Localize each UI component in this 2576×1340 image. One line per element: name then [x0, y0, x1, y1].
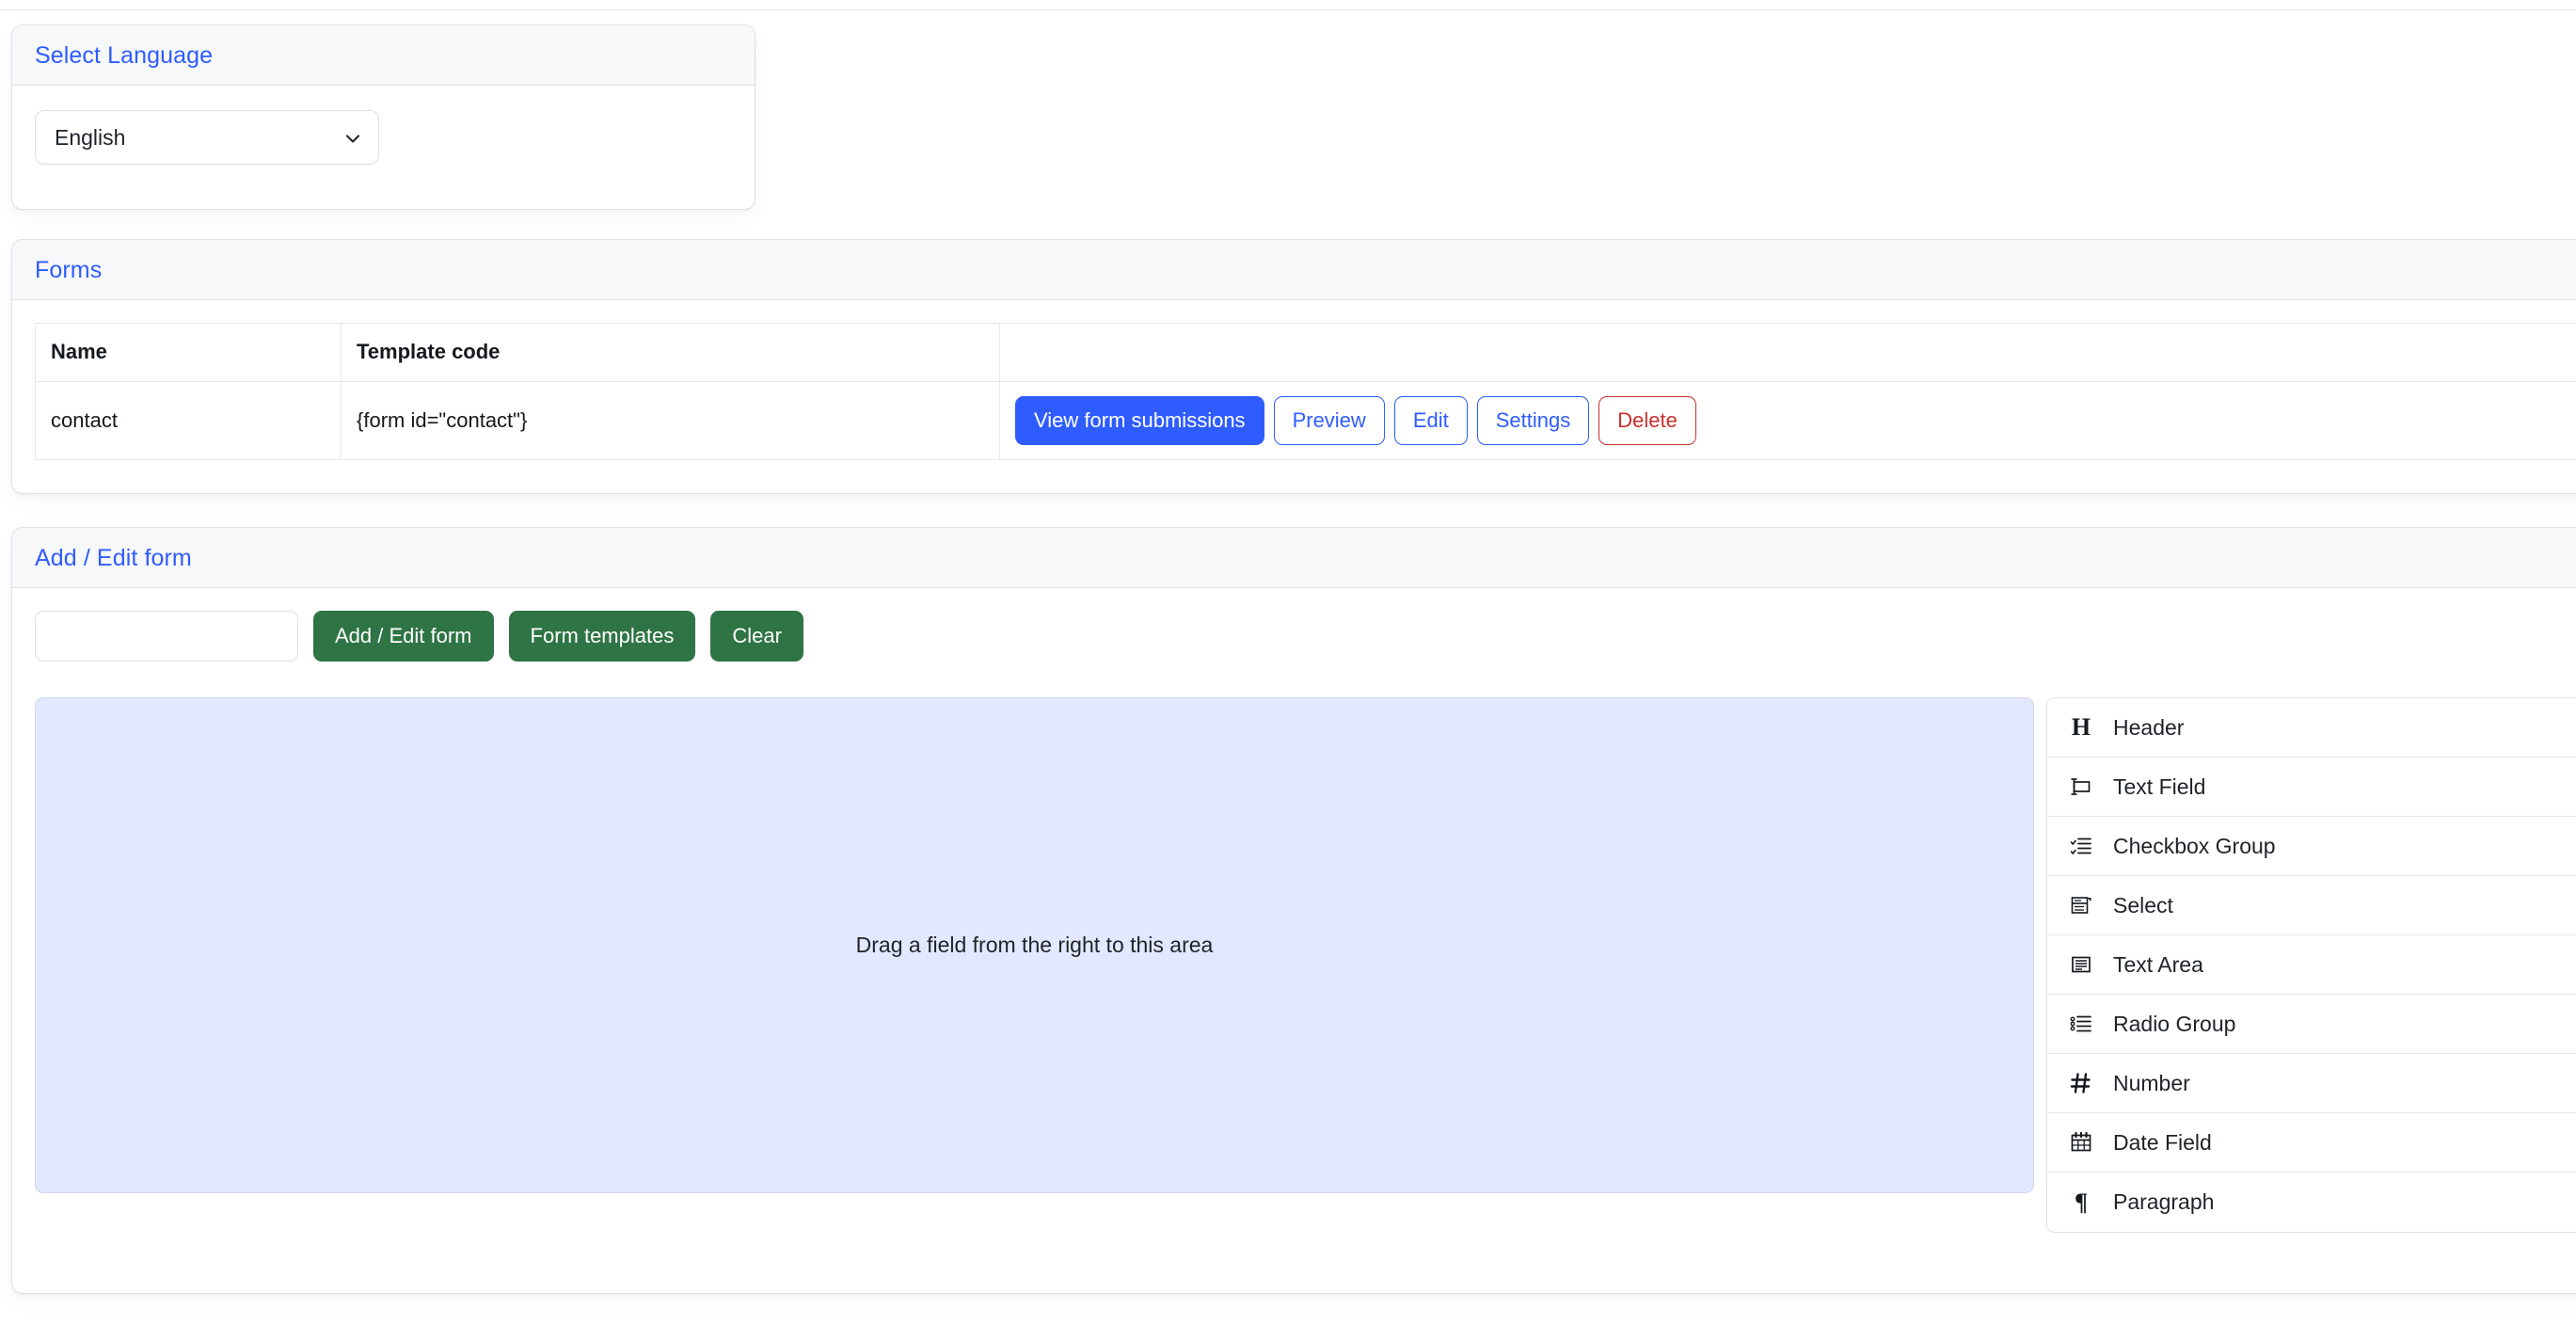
view-form-submissions-button[interactable]: View form submissions — [1015, 396, 1264, 445]
form-templates-button[interactable]: Form templates — [508, 611, 696, 662]
radio-list-icon — [2068, 1011, 2094, 1037]
text-field-icon — [2068, 774, 2094, 800]
palette-item-select[interactable]: Select — [2047, 876, 2576, 935]
form-name-input[interactable] — [35, 611, 298, 662]
forms-table-head: Name Template code — [35, 323, 2576, 382]
delete-button[interactable]: Delete — [1598, 396, 1696, 445]
checkbox-list-icon — [2068, 833, 2094, 859]
palette-item-label: Number — [2113, 1070, 2190, 1095]
edit-button[interactable]: Edit — [1393, 396, 1468, 445]
text-area-icon — [2068, 951, 2094, 978]
forms-card-header: Forms — [12, 240, 2576, 300]
palette-item-paragraph[interactable]: ¶ Paragraph — [2047, 1172, 2576, 1232]
select-language-card: Select Language English — [11, 24, 755, 210]
palette-item-label: Paragraph — [2113, 1189, 2215, 1214]
cell-template-code: {form id="contact"} — [341, 381, 1000, 460]
top-divider — [0, 9, 2576, 10]
table-header-row: Name Template code — [35, 323, 2576, 382]
column-header-actions — [999, 323, 2576, 382]
clear-button[interactable]: Clear — [710, 611, 803, 662]
palette-item-radio-group[interactable]: Radio Group — [2047, 995, 2576, 1054]
select-dropdown-icon — [2068, 892, 2094, 918]
form-toolbar: Add / Edit form Form templates Clear — [35, 611, 2576, 662]
column-header-name: Name — [35, 323, 342, 382]
drop-area-hint: Drag a field from the right to this area — [855, 933, 1214, 957]
palette-item-label: Text Field — [2113, 774, 2206, 799]
heading-icon: H — [2071, 713, 2091, 741]
forms-table-body: contact {form id="contact"} View form su… — [35, 381, 2576, 460]
palette-item-label: Checkbox Group — [2113, 833, 2276, 858]
form-builder: Drag a field from the right to this area… — [35, 697, 2576, 1233]
palette-item-label: Select — [2113, 892, 2173, 917]
palette-item-text-area[interactable]: Text Area — [2047, 935, 2576, 995]
calendar-icon — [2068, 1129, 2094, 1156]
language-select-wrapper: English — [35, 110, 379, 165]
palette-item-label: Radio Group — [2113, 1011, 2236, 1036]
add-edit-form-card-body: Add / Edit form Form templates Clear Dra… — [12, 588, 2576, 1233]
forms-title: Forms — [35, 257, 103, 283]
forms-table: Name Template code contact {form id="con… — [35, 323, 2576, 460]
forms-card: Forms Name Template code contact {form i… — [11, 239, 2576, 494]
forms-card-body: Name Template code contact {form id="con… — [12, 300, 2576, 496]
page-root: Select Language English Forms Name Templ… — [0, 0, 2576, 1340]
form-drop-area[interactable]: Drag a field from the right to this area — [35, 697, 2034, 1193]
palette-item-number[interactable]: Number — [2047, 1054, 2576, 1113]
palette-item-text-field[interactable]: Text Field — [2047, 758, 2576, 817]
cell-actions: View form submissions Preview Edit Setti… — [999, 381, 2576, 460]
add-edit-form-card-header: Add / Edit form — [12, 528, 2576, 588]
row-action-buttons: View form submissions Preview Edit Setti… — [1015, 396, 2569, 445]
palette-item-checkbox-group[interactable]: Checkbox Group — [2047, 817, 2576, 876]
field-palette: H Header Text Field Checkbox Group Selec… — [2046, 697, 2576, 1233]
add-edit-form-card: Add / Edit form Add / Edit form Form tem… — [11, 527, 2576, 1294]
pilcrow-icon: ¶ — [2074, 1188, 2089, 1216]
select-language-title: Select Language — [35, 42, 214, 69]
palette-item-date-field[interactable]: Date Field — [2047, 1113, 2576, 1172]
settings-button[interactable]: Settings — [1476, 396, 1590, 445]
select-language-card-header: Select Language — [12, 25, 755, 86]
cell-form-name: contact — [35, 381, 342, 460]
add-edit-form-button[interactable]: Add / Edit form — [313, 611, 494, 662]
select-language-card-body: English — [12, 86, 755, 193]
palette-item-header[interactable]: H Header — [2047, 698, 2576, 758]
language-select[interactable]: English — [35, 110, 379, 165]
table-row: contact {form id="contact"} View form su… — [35, 381, 2576, 460]
hash-icon — [2068, 1070, 2094, 1096]
column-header-template-code: Template code — [341, 323, 1000, 382]
add-edit-form-title: Add / Edit form — [35, 545, 192, 571]
palette-item-label: Header — [2113, 714, 2185, 740]
palette-item-label: Text Area — [2113, 951, 2203, 977]
palette-item-label: Date Field — [2113, 1129, 2212, 1155]
preview-button[interactable]: Preview — [1273, 396, 1385, 445]
